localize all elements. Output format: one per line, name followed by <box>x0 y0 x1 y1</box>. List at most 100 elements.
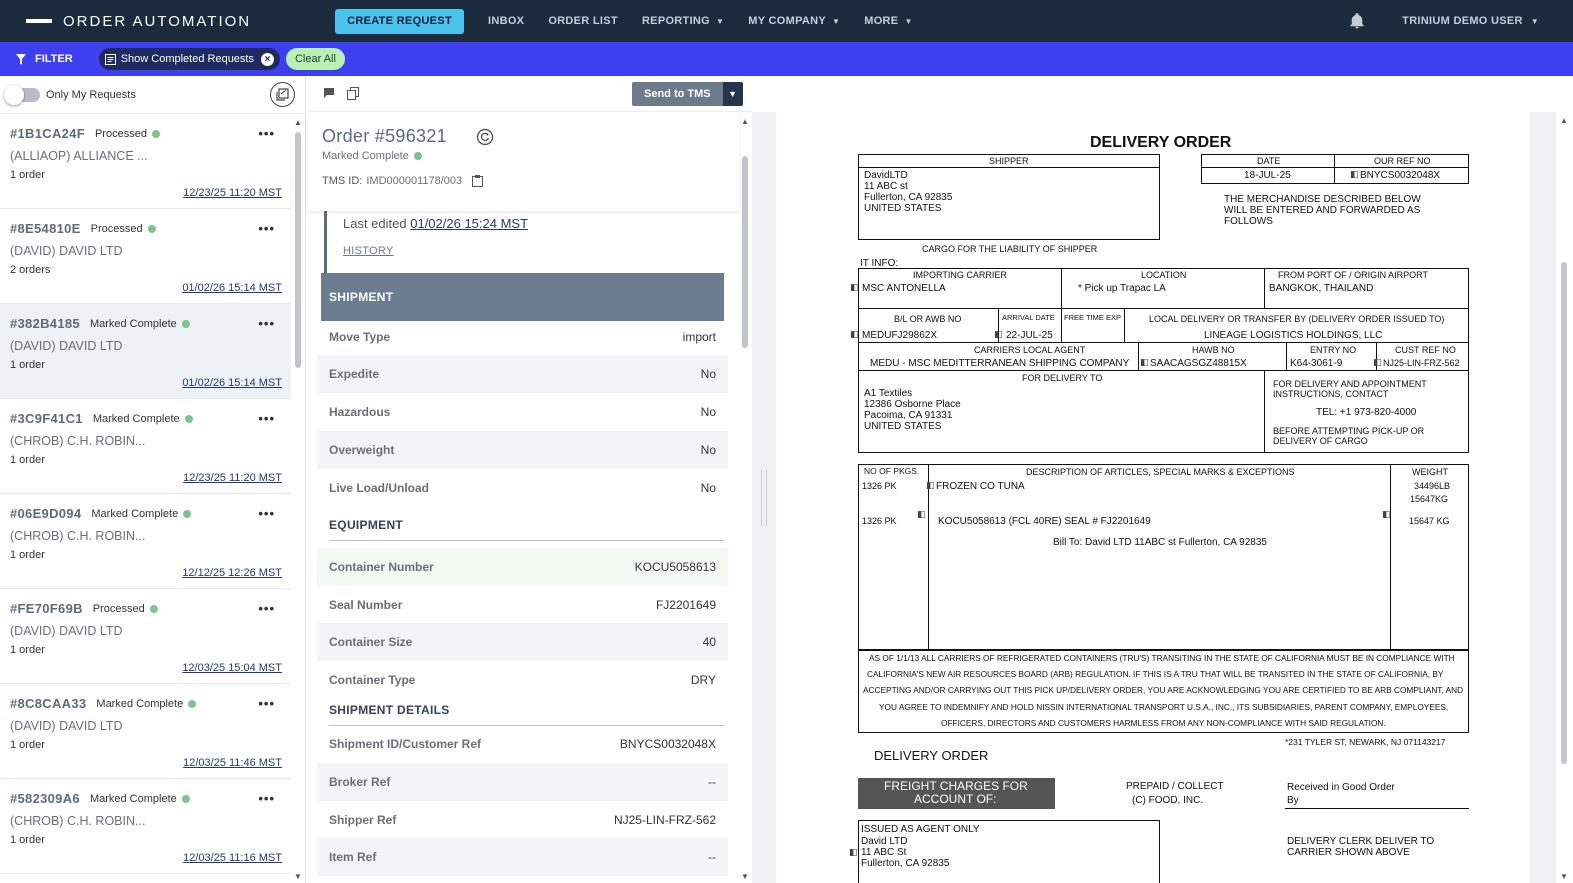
expand-button[interactable] <box>270 82 295 107</box>
for-delivery-line: Pacoima, CA 91331 <box>864 410 953 421</box>
legal-line: CALIFORNIA'S NEW AIR RESOURCES BOARD (AR… <box>867 669 1444 679</box>
detail-label: Live Load/Unload <box>329 481 430 495</box>
detail-value: No <box>700 405 716 419</box>
scroll-down-icon[interactable]: ▼ <box>741 872 749 881</box>
scroll-up-icon[interactable]: ▲ <box>741 117 749 126</box>
arrival-label: ARRIVAL DATE <box>1002 313 1055 322</box>
weight-label: WEIGHT <box>1412 467 1448 477</box>
request-date-link[interactable]: 12/03/25 11:16 MST <box>183 852 282 864</box>
clipboard-icon[interactable] <box>472 175 484 187</box>
create-request-button[interactable]: CREATE REQUEST <box>335 8 464 34</box>
order-detail-scrollbar[interactable]: ▲ ▼ <box>739 113 751 883</box>
send-to-tms-button[interactable]: Send to TMS <box>632 82 723 106</box>
request-date-link[interactable]: 12/12/25 12:26 MST <box>182 567 282 579</box>
more-options-icon[interactable]: ••• <box>258 601 275 616</box>
pkg-count: 1326 PK <box>862 481 897 491</box>
more-options-icon[interactable]: ••• <box>258 506 275 521</box>
last-edited-link[interactable]: 01/02/26 15:24 MST <box>410 216 528 231</box>
request-list-item[interactable]: #8E54810E Processed ••• (DAVID) DAVID LTD 2 … <box>0 209 291 304</box>
request-date-link[interactable]: 12/23/25 11:20 MST <box>183 187 282 199</box>
detail-row[interactable]: Move Type import <box>317 318 728 356</box>
comment-icon[interactable] <box>323 87 335 99</box>
detail-row[interactable]: Shipper Ref NJ25-LIN-FRZ-562 <box>317 801 728 839</box>
our-ref-label: OUR REF NO <box>1374 156 1431 166</box>
more-options-icon[interactable]: ••• <box>258 791 275 806</box>
scroll-down-icon[interactable]: ▼ <box>1560 872 1568 881</box>
detail-label: Seal Number <box>329 598 403 612</box>
detail-row[interactable]: Shipment ID/Customer Ref BNYCS0032048X <box>317 725 728 763</box>
detail-row[interactable]: Expedite No <box>317 355 728 393</box>
request-customer: (DAVID) DAVID LTD <box>10 244 123 258</box>
send-options-chevron-icon[interactable]: ▼ <box>722 82 743 106</box>
detail-row[interactable]: Seal Number FJ2201649 <box>317 586 728 624</box>
detail-row[interactable]: Container Number KOCU5058613 <box>317 548 728 586</box>
last-edited: Last edited 01/02/26 15:24 MST <box>343 216 528 231</box>
request-status: Processed <box>94 127 147 140</box>
request-date-link[interactable]: 12/23/25 11:20 MST <box>183 472 282 484</box>
detail-row[interactable]: Live Load/Unload No <box>317 469 728 507</box>
only-my-requests-toggle[interactable] <box>4 84 40 105</box>
scroll-down-icon[interactable]: ▼ <box>294 872 302 881</box>
more-options-icon[interactable]: ••• <box>258 696 275 711</box>
request-date-link[interactable]: 12/03/25 11:46 MST <box>183 757 282 769</box>
field-marker-icon: ◧ <box>917 509 926 519</box>
nav-inbox[interactable]: INBOX <box>488 15 524 27</box>
detail-row[interactable]: Item Ref -- <box>317 838 728 876</box>
nav-my-company[interactable]: MY COMPANY ▼ <box>748 15 840 27</box>
for-delivery-line: 12386 Osborne Place <box>864 399 961 410</box>
show-completed-chip[interactable]: Show Completed Requests × <box>98 48 280 70</box>
request-list-item[interactable]: #06E9D094 Marked Complete ••• (CHROB) C.H. … <box>0 494 291 589</box>
detail-label: Hazardous <box>329 405 391 419</box>
shipment-header[interactable]: SHIPMENT <box>321 273 724 321</box>
panel-resize-divider[interactable] <box>752 112 776 883</box>
request-order-count: 2 orders <box>10 264 51 276</box>
copy-icon[interactable] <box>347 87 359 100</box>
app-logo[interactable]: ORDER AUTOMATION <box>26 13 251 30</box>
request-list-item[interactable]: #582309A6 Marked Complete ••• (CHROB) C.H. … <box>0 779 291 874</box>
request-date-link[interactable]: 01/02/26 15:14 MST <box>182 377 282 389</box>
request-date-link[interactable]: 01/02/26 15:14 MST <box>182 282 282 294</box>
detail-row[interactable]: Overweight No <box>317 431 728 469</box>
resize-grip-icon[interactable] <box>761 470 767 526</box>
more-options-icon[interactable]: ••• <box>258 126 275 141</box>
clear-all-button[interactable]: Clear All <box>285 48 345 70</box>
request-list-item[interactable]: #3C9F41C1 Marked Complete ••• (CHROB) C.H. … <box>0 399 291 494</box>
logo-text: ORDER AUTOMATION <box>63 12 252 30</box>
document-gutter <box>1530 112 1556 883</box>
request-list-item[interactable]: #1B1CA24F Processed ••• (ALLIAOP) ALLIANCE … <box>0 114 291 209</box>
scroll-up-icon[interactable]: ▲ <box>1560 116 1568 125</box>
scrollbar-thumb[interactable] <box>295 132 301 368</box>
hawb-value: SAACAGSGZ48815X <box>1150 358 1247 369</box>
detail-row[interactable]: Container Type DRY <box>317 661 728 699</box>
detail-row[interactable]: Hazardous No <box>317 393 728 431</box>
request-list-scrollbar[interactable]: ▲ ▼ <box>293 114 303 883</box>
scroll-up-icon[interactable]: ▲ <box>294 118 302 127</box>
request-list-item[interactable]: #FE70F69B Processed ••• (DAVID) DAVID LTD 1 … <box>0 589 291 684</box>
detail-row[interactable]: Container Size 40 <box>317 623 728 661</box>
cust-ref-value: NJ25-LIN-FRZ-562 <box>1383 358 1460 368</box>
issued-line: Fullerton, CA 92835 <box>861 858 950 869</box>
more-options-icon[interactable]: ••• <box>258 411 275 426</box>
scrollbar-thumb[interactable] <box>742 156 748 348</box>
filter-button[interactable]: FILTER <box>16 53 73 65</box>
nav-more[interactable]: MORE ▼ <box>864 15 912 27</box>
detail-row[interactable]: Broker Ref -- <box>317 763 728 801</box>
more-options-icon[interactable]: ••• <box>258 221 275 236</box>
status-dot-icon <box>149 604 158 613</box>
document-scrollbar[interactable]: ▲ ▼ <box>1556 112 1573 883</box>
bell-icon[interactable] <box>1348 12 1366 30</box>
nav-reporting[interactable]: REPORTING ▼ <box>642 15 724 27</box>
status-dot-icon <box>413 152 422 160</box>
more-options-icon[interactable]: ••• <box>258 316 275 331</box>
refresh-icon[interactable] <box>476 128 494 146</box>
scrollbar-thumb[interactable] <box>1561 262 1567 764</box>
request-date-link[interactable]: 12/03/25 15:04 MST <box>182 662 282 674</box>
order-detail-scroll[interactable]: Last edited 01/02/26 15:24 MST HISTORY S… <box>307 211 739 883</box>
origin-label: FROM PORT OF / ORIGIN AIRPORT <box>1278 270 1429 280</box>
request-list-item[interactable]: #382B4185 Marked Complete ••• (DAVID) DAVID… <box>0 304 291 399</box>
user-menu[interactable]: TRINIUM DEMO USER ▼ <box>1402 15 1539 27</box>
chip-close-icon[interactable]: × <box>260 52 274 66</box>
history-link[interactable]: HISTORY <box>343 245 394 257</box>
nav-order-list[interactable]: ORDER LIST <box>548 15 618 27</box>
request-list-item[interactable]: #8C8CAA33 Marked Complete ••• (DAVID) DAVID… <box>0 684 291 779</box>
